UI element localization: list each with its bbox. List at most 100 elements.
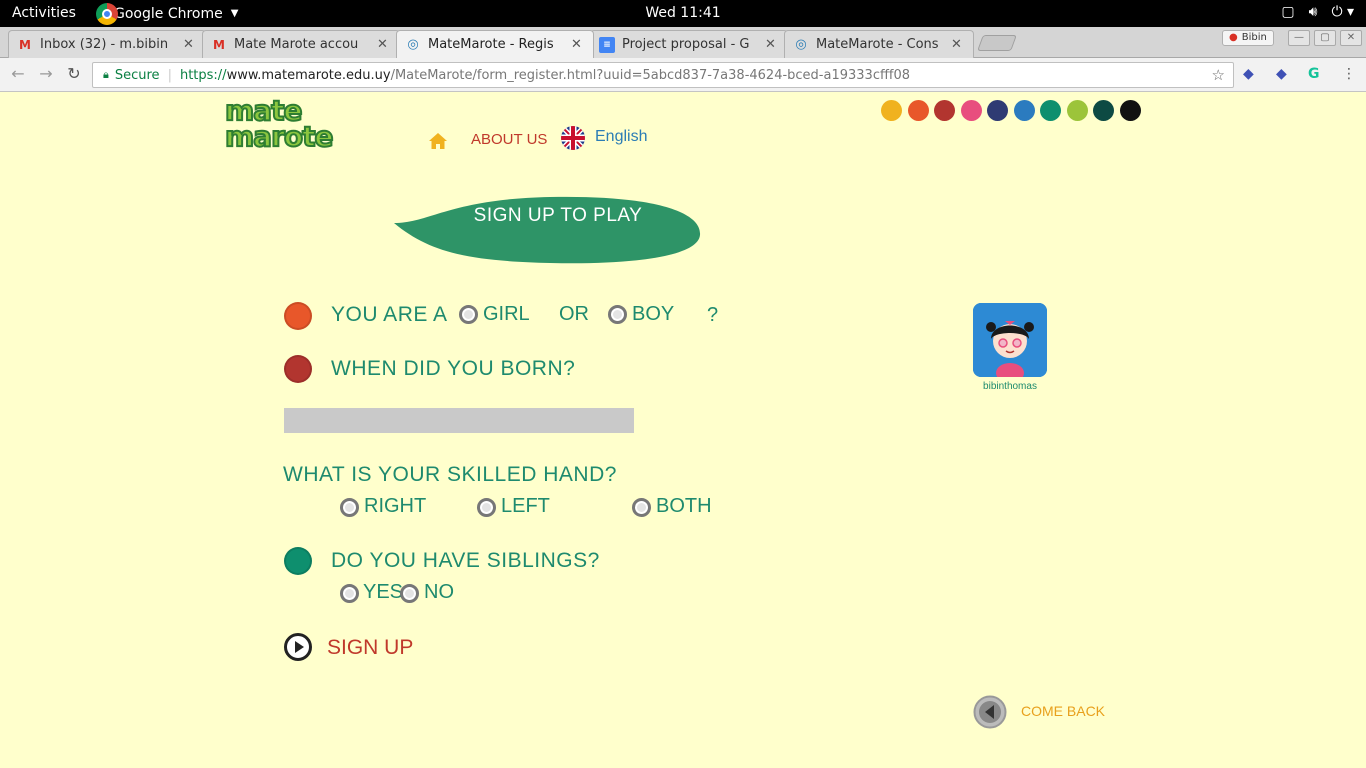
secure-label: Secure [114, 67, 160, 83]
close-tab-icon[interactable]: ✕ [951, 37, 965, 52]
logo-line2: marote [224, 120, 335, 153]
maximize-button[interactable]: ▢ [1314, 30, 1336, 46]
system-tray[interactable]: ▢ 🔊︎ ⏻ ▾ [1281, 4, 1354, 20]
color-swatch-9[interactable] [1093, 100, 1114, 121]
label-left: LEFT [501, 495, 550, 517]
label-or: OR [559, 303, 589, 325]
grammarly-icon[interactable]: G [1308, 66, 1320, 82]
volume-icon: 🔊︎ [1308, 4, 1318, 20]
radio-yes[interactable] [340, 584, 359, 603]
label-girl: GIRL [483, 303, 530, 325]
caret-down-icon: ▼ [230, 8, 239, 19]
uk-flag-icon[interactable] [561, 126, 585, 150]
color-swatch-3[interactable] [934, 100, 955, 121]
minimize-button[interactable]: — [1288, 30, 1310, 46]
tab-title: Project proposal - G [622, 37, 750, 52]
extension-mask-icon[interactable]: ◆ [1243, 66, 1254, 82]
close-window-button[interactable]: ✕ [1340, 30, 1362, 46]
menu-dots-icon[interactable]: ⋮ [1342, 66, 1356, 82]
tab-title: Mate Marote accou [234, 37, 359, 52]
color-swatch-6[interactable] [1013, 100, 1035, 121]
url-host: www.matemarote.edu.uy [226, 67, 391, 83]
bullet-orange [284, 302, 312, 330]
forward-arrow-icon[interactable]: → [36, 64, 56, 83]
language-selector[interactable]: English [595, 128, 647, 146]
app-menu[interactable]: Google Chrome ▼ [96, 0, 238, 27]
bullet-green [284, 547, 312, 575]
tab-register[interactable]: ◎ MateMarote - Regis ✕ [396, 30, 594, 58]
docs-icon: ≡ [599, 36, 615, 53]
close-tab-icon[interactable]: ✕ [377, 37, 391, 52]
reload-icon[interactable]: ↻ [64, 64, 84, 83]
close-tab-icon[interactable]: ✕ [183, 37, 197, 52]
color-swatch-7[interactable] [1040, 100, 1061, 121]
question-gender: YOU ARE A [331, 303, 448, 326]
color-swatches [881, 100, 1141, 121]
url-path: /MateMarote/form_register.html?uuid=5abc… [390, 67, 911, 83]
banner-leaf [394, 196, 701, 264]
banner-title: SIGN UP TO PLAY [473, 205, 643, 226]
color-swatch-10[interactable] [1119, 100, 1141, 121]
bullet-red [284, 355, 312, 383]
birth-date-field[interactable] [284, 408, 634, 433]
home-icon[interactable] [428, 131, 448, 151]
label-boy: BOY [632, 303, 675, 325]
new-tab-button[interactable] [977, 35, 1017, 51]
come-back-link[interactable]: COME BACK [1021, 703, 1105, 719]
radio-both[interactable] [632, 498, 651, 517]
signup-button[interactable]: SIGN UP [327, 636, 413, 660]
about-us-link[interactable]: ABOUT US [471, 131, 547, 148]
matemarote-logo[interactable]: mate marote [224, 96, 365, 155]
color-swatch-1[interactable] [881, 100, 902, 121]
tab-proposal[interactable]: ≡ Project proposal - G ✕ [590, 30, 788, 58]
radio-boy[interactable] [608, 305, 627, 324]
radio-girl[interactable] [459, 305, 478, 324]
tab-title: MateMarote - Regis [428, 37, 554, 52]
question-mark: ? [707, 304, 719, 326]
activities-button[interactable]: Activities [12, 5, 76, 21]
username-label: bibinthomas [983, 381, 1037, 392]
gmail-icon: M [213, 37, 225, 52]
tab-account[interactable]: M Mate Marote accou ✕ [202, 30, 400, 58]
question-hand: WHAT IS YOUR SKILLED HAND? [283, 463, 617, 486]
tab-title: Inbox (32) - m.bibin [40, 37, 169, 52]
matemarote-icon: ◎ [407, 36, 419, 52]
address-bar[interactable]: 🔒︎ Secure | https:// www.matemarote.edu.… [92, 62, 1234, 88]
system-top-bar: Activities Google Chrome ▼ Wed 11:41 ▢ 🔊… [0, 0, 1366, 27]
label-no: NO [424, 581, 454, 603]
profile-button[interactable]: ● Bibin [1222, 30, 1274, 46]
back-arrow-icon[interactable]: ← [8, 64, 28, 83]
close-tab-icon[interactable]: ✕ [765, 37, 779, 52]
color-swatch-5[interactable] [987, 100, 1008, 121]
tab-title: MateMarote - Cons [816, 37, 939, 52]
radio-no[interactable] [400, 584, 419, 603]
matemarote-icon: ◎ [795, 36, 807, 52]
play-icon[interactable] [284, 633, 312, 661]
gmail-icon: M [19, 37, 31, 52]
radio-right[interactable] [340, 498, 359, 517]
color-swatch-2[interactable] [907, 100, 929, 121]
tab-strip: M Inbox (32) - m.bibin ✕ M Mate Marote a… [0, 27, 1366, 58]
profile-icon: ● [1229, 32, 1238, 43]
question-birth: WHEN DID YOU BORN? [331, 357, 576, 380]
browser-toolbar: ← → ↻ 🔒︎ Secure | https:// www.matemarot… [0, 58, 1366, 92]
label-yes: YES [363, 581, 404, 603]
close-tab-icon[interactable]: ✕ [571, 37, 585, 52]
user-avatar[interactable] [973, 303, 1047, 377]
power-icon: ⏻ ▾ [1331, 4, 1354, 20]
bookmark-star-icon[interactable]: ☆ [1212, 66, 1225, 84]
color-swatch-4[interactable] [960, 100, 982, 121]
screen-icon: ▢ [1281, 4, 1295, 20]
lock-icon: 🔒︎ [103, 68, 109, 81]
separator: | [167, 67, 172, 83]
page-content: mate marote ABOUT US English SIGN UP TO … [0, 93, 1366, 768]
app-name: Google Chrome [114, 5, 223, 22]
tab-inbox[interactable]: M Inbox (32) - m.bibin ✕ [8, 30, 206, 58]
label-both: BOTH [656, 495, 712, 517]
radio-left[interactable] [477, 498, 496, 517]
extension-mask-icon[interactable]: ◆ [1276, 66, 1287, 82]
color-swatch-8[interactable] [1066, 100, 1088, 121]
label-right: RIGHT [364, 495, 427, 517]
back-icon[interactable] [973, 695, 1007, 729]
tab-cons[interactable]: ◎ MateMarote - Cons ✕ [784, 30, 974, 58]
